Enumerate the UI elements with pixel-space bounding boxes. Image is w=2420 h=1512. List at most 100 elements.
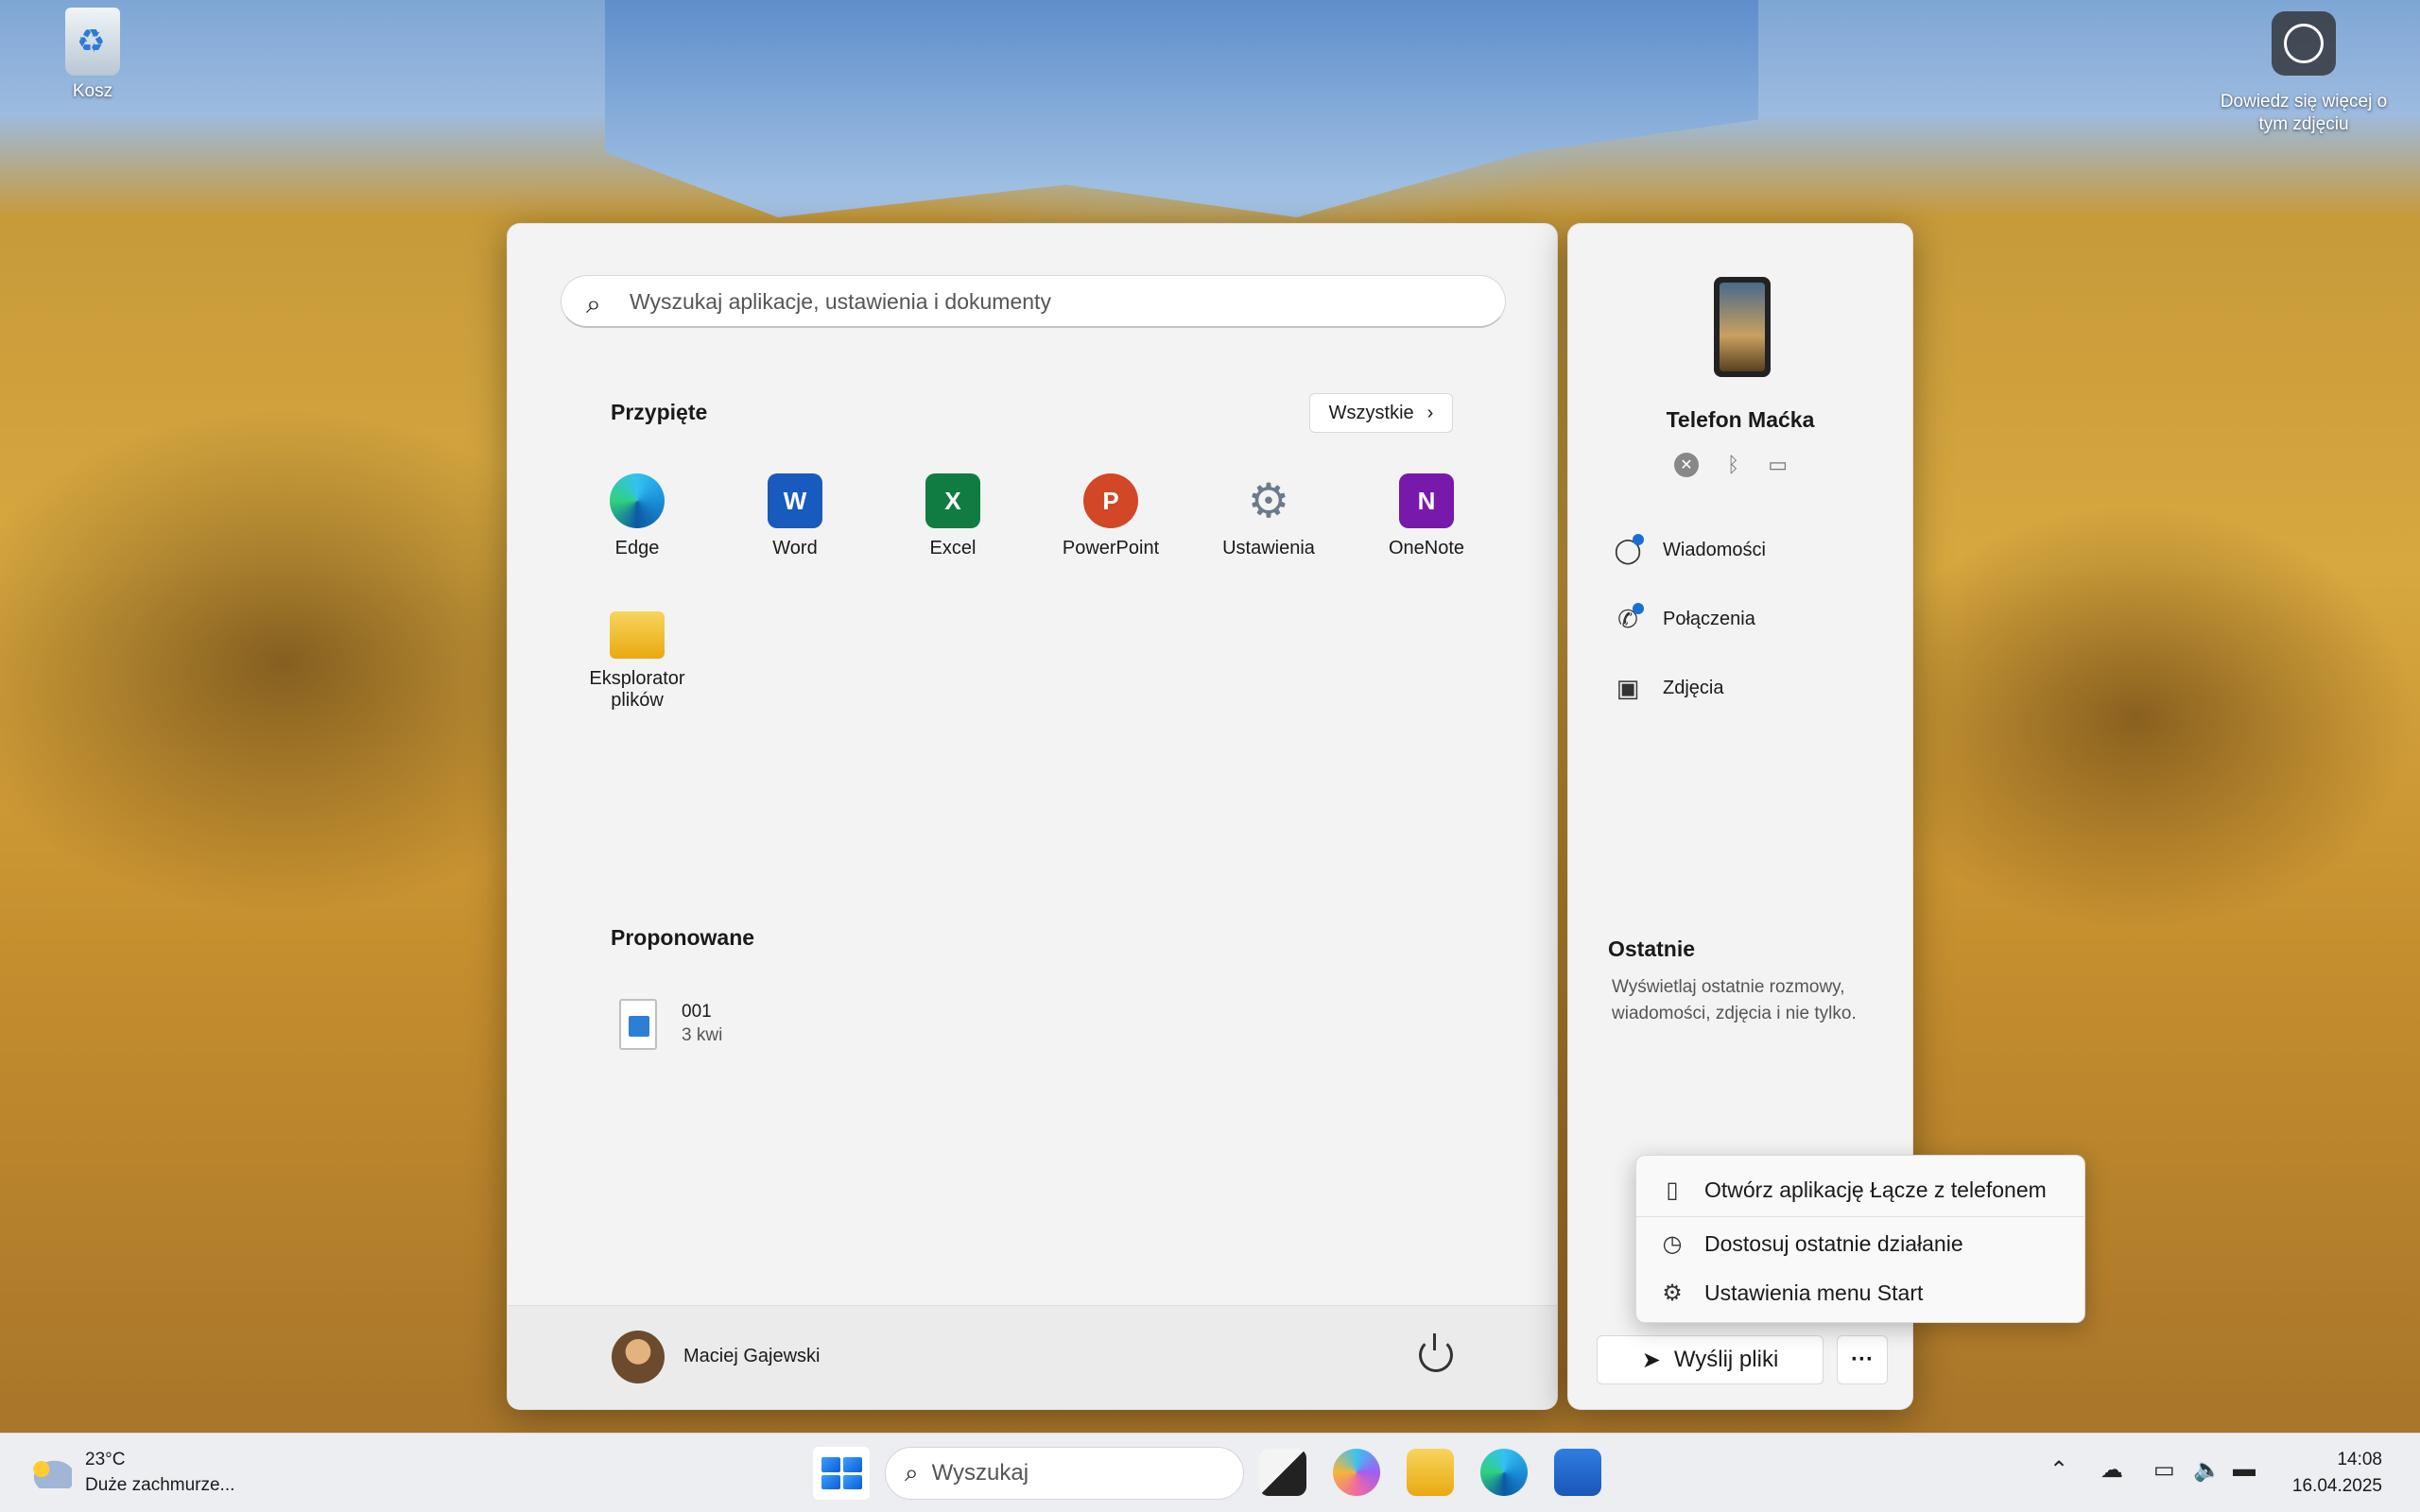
menu-item-label: Ustawienia menu Start xyxy=(1704,1280,1924,1305)
start-menu: ⌕ Przypięte Wszystkie › Edge W Word X Ex… xyxy=(507,223,1558,1410)
file-explorer-icon[interactable] xyxy=(1407,1449,1454,1496)
volume-icon[interactable]: 🔈 xyxy=(2193,1456,2221,1484)
edge-icon xyxy=(610,473,665,528)
recommended-title: Proponowane xyxy=(611,925,755,950)
menu-item-label: Otwórz aplikację Łącze z telefonem xyxy=(1704,1177,2047,1202)
menu-item-customize-recent[interactable]: ◷ Dostosuj ostatnie działanie xyxy=(1636,1219,2084,1268)
pinned-title: Przypięte xyxy=(611,400,708,424)
phone-item-messages[interactable]: ◯ Wiadomości xyxy=(1614,534,1766,564)
task-view-icon[interactable] xyxy=(1259,1449,1306,1496)
network-icon[interactable]: ▭ xyxy=(2153,1456,2175,1484)
taskbar-search-placeholder: Wyszukaj xyxy=(931,1460,1029,1486)
excel-icon: X xyxy=(925,473,980,528)
gear-icon: ⚙ xyxy=(1662,1280,1683,1306)
clock-time: 14:08 xyxy=(2337,1450,2382,1469)
phone-item-photos[interactable]: ▣ Zdjęcia xyxy=(1614,673,1724,702)
search-icon: ⌕ xyxy=(905,1458,919,1486)
phone-name: Telefon Maćka xyxy=(1666,407,1815,432)
taskbar-search[interactable]: ⌕ Wyszukaj xyxy=(885,1447,1244,1500)
user-name[interactable]: Maciej Gajewski xyxy=(683,1346,820,1367)
pinned-app-label: OneNote xyxy=(1388,538,1465,558)
menu-divider xyxy=(1636,1216,2084,1217)
pinned-app-excel[interactable]: X Excel xyxy=(882,473,1024,559)
search-icon: ⌕ xyxy=(586,289,601,318)
settings-gear-icon: ⚙ xyxy=(1247,474,1290,527)
phone-context-menu: ▯ Otwórz aplikację Łącze z telefonem ◷ D… xyxy=(1635,1155,2085,1323)
chevron-up-icon[interactable]: ⌃ xyxy=(2049,1456,2068,1484)
send-icon: ➤ xyxy=(1641,1347,1661,1373)
pinned-app-onenote[interactable]: N OneNote xyxy=(1356,473,1497,559)
recommended-item-date: 3 kwi xyxy=(682,1025,723,1045)
smartphone-icon xyxy=(1714,277,1771,377)
onenote-icon: N xyxy=(1399,473,1454,528)
menu-item-label: Dostosuj ostatnie działanie xyxy=(1704,1230,1963,1256)
pinned-app-label: Ustawienia xyxy=(1222,538,1315,558)
battery-unknown-icon: ▭ xyxy=(1768,453,1788,476)
disconnected-icon: ✕ xyxy=(1674,453,1699,477)
recycle-bin-label: Kosz xyxy=(72,81,113,101)
menu-item-open-phone-link[interactable]: ▯ Otwórz aplikację Łącze z telefonem xyxy=(1636,1165,2084,1214)
recycle-bin-desktop-icon[interactable]: ♻ Kosz xyxy=(55,8,130,102)
onedrive-sync-icon[interactable]: ☁ xyxy=(2100,1456,2123,1484)
clock[interactable]: 14:08 16.04.2025 xyxy=(2292,1447,2382,1500)
avatar[interactable] xyxy=(612,1331,665,1383)
folder-icon xyxy=(610,611,665,659)
pinned-app-label: Word xyxy=(772,538,818,558)
phone-item-calls[interactable]: ✆ Połączenia xyxy=(1614,603,1755,633)
learn-about-picture-desktop-icon[interactable]: Dowiedz się więcej o tym zdjęciu xyxy=(2204,11,2403,136)
message-icon: ◯ xyxy=(1614,534,1644,564)
battery-icon[interactable]: ▬ xyxy=(2233,1456,2256,1483)
weather-temp: 23°C xyxy=(85,1450,126,1469)
start-button[interactable] xyxy=(813,1447,870,1500)
all-apps-button[interactable]: Wszystkie › xyxy=(1309,393,1453,433)
camera-icon xyxy=(2272,11,2336,76)
learn-about-picture-label: Dowiedz się więcej o tym zdjęciu xyxy=(2220,92,2388,134)
weather-desc: Duże zachmurze... xyxy=(85,1475,235,1495)
phone-call-icon: ✆ xyxy=(1614,603,1644,633)
image-file-icon xyxy=(619,999,657,1050)
pinned-app-edge[interactable]: Edge xyxy=(566,473,708,559)
word-icon: W xyxy=(768,473,822,528)
send-files-label: Wyślij pliki xyxy=(1673,1347,1779,1372)
pinned-app-label: PowerPoint xyxy=(1062,538,1160,558)
pinned-app-label: Eksplorator plików xyxy=(589,668,685,711)
recommended-item-name: 001 xyxy=(682,1002,712,1022)
recycle-bin-icon: ♻ xyxy=(65,8,120,76)
weather-widget[interactable]: 23°C Duże zachmurze... xyxy=(28,1447,234,1498)
pinned-app-settings[interactable]: ⚙ Ustawienia xyxy=(1198,473,1340,559)
pinned-app-file-explorer[interactable]: Eksplorator plików xyxy=(566,611,708,712)
start-search-box[interactable]: ⌕ xyxy=(561,275,1506,328)
pinned-app-label: Excel xyxy=(929,538,977,558)
edge-canary-icon[interactable] xyxy=(1480,1449,1528,1496)
recent-description: Wyświetlaj ostatnie rozmowy, wiadomości,… xyxy=(1612,977,1857,1023)
bluetooth-icon: ᛒ xyxy=(1727,453,1740,476)
all-apps-label: Wszystkie xyxy=(1328,402,1414,423)
pinned-app-label: Edge xyxy=(614,538,660,558)
more-options-button[interactable]: ··· xyxy=(1837,1335,1888,1384)
copilot-icon[interactable] xyxy=(1333,1449,1380,1496)
phone-item-label: Zdjęcia xyxy=(1663,677,1724,698)
chevron-right-icon: › xyxy=(1426,402,1434,423)
wallpaper-sky xyxy=(605,0,1758,217)
microsoft-store-icon[interactable] xyxy=(1554,1449,1601,1496)
pinned-app-powerpoint[interactable]: P PowerPoint xyxy=(1040,473,1182,559)
send-files-button[interactable]: ➤ Wyślij pliki xyxy=(1597,1335,1824,1384)
start-footer: Maciej Gajewski xyxy=(508,1305,1557,1409)
powerpoint-icon: P xyxy=(1083,473,1138,528)
phone-item-label: Wiadomości xyxy=(1663,539,1766,560)
recent-title: Ostatnie xyxy=(1608,936,1696,961)
power-icon[interactable] xyxy=(1419,1333,1453,1372)
taskbar: 23°C Duże zachmurze... ⌕ Wyszukaj ⌃ ☁ ▭ … xyxy=(0,1433,2420,1512)
phone-status-row: ✕ ᛒ ▭ xyxy=(1674,453,1788,477)
clock-icon: ◷ xyxy=(1662,1230,1683,1257)
partly-cloudy-icon xyxy=(28,1456,72,1488)
clock-date: 16.04.2025 xyxy=(2291,1476,2382,1496)
menu-item-start-settings[interactable]: ⚙ Ustawienia menu Start xyxy=(1636,1268,2084,1317)
start-search-input[interactable] xyxy=(630,276,1480,327)
pinned-app-word[interactable]: W Word xyxy=(724,473,866,559)
recommended-item[interactable]: 001 3 kwi xyxy=(619,999,722,1050)
phone-item-label: Połączenia xyxy=(1663,608,1755,629)
photos-icon: ▣ xyxy=(1616,673,1640,702)
windows-logo-icon xyxy=(821,1457,840,1472)
phone-link-icon: ▯ xyxy=(1666,1177,1679,1203)
